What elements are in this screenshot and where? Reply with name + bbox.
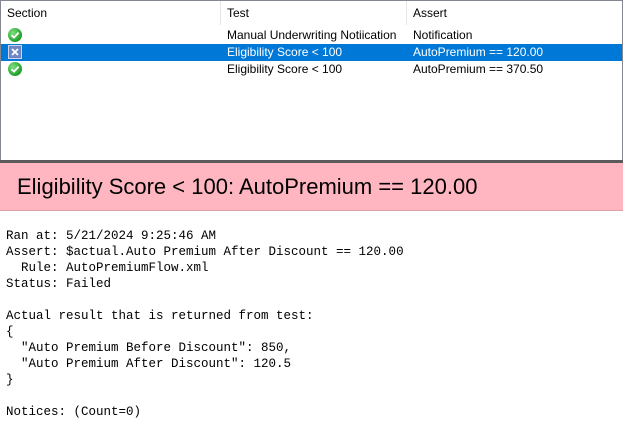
detail-line: Status: Failed [6, 277, 112, 291]
check-circle-icon [8, 28, 22, 42]
row-assert: AutoPremium == 120.00 [413, 45, 544, 59]
detail-line: Assert: $actual.Auto Premium After Disco… [6, 245, 404, 259]
banner-title: Eligibility Score < 100: AutoPremium == … [17, 174, 478, 199]
list-header: Section Test Assert [1, 1, 622, 25]
row-test: Eligibility Score < 100 [227, 62, 343, 76]
detail-line: Ran at: 5/21/2024 9:25:46 AM [6, 229, 217, 243]
column-header-assert[interactable]: Assert [407, 1, 622, 25]
column-header-test[interactable]: Test [221, 1, 407, 25]
detail-line: } [6, 373, 14, 387]
column-header-section[interactable]: Section [1, 1, 221, 25]
list-item[interactable]: Eligibility Score < 100 AutoPremium == 1… [1, 44, 622, 61]
row-test: Eligibility Score < 100 [227, 45, 343, 59]
check-circle-icon [8, 62, 22, 76]
row-assert: Notification [413, 28, 473, 42]
list-item[interactable]: Manual Underwriting Notiication Notifica… [1, 27, 622, 44]
detail-line: Rule: AutoPremiumFlow.xml [6, 261, 209, 275]
detail-line: "Auto Premium Before Discount": 850, [6, 341, 292, 355]
list-item[interactable]: Eligibility Score < 100 AutoPremium == 3… [1, 61, 622, 78]
row-assert: AutoPremium == 370.50 [413, 62, 544, 76]
result-banner: Eligibility Score < 100: AutoPremium == … [0, 163, 623, 211]
test-results-list[interactable]: Section Test Assert Manual Underwriting … [0, 0, 623, 161]
details-panel[interactable]: Ran at: 5/21/2024 9:25:46 AM Assert: $ac… [0, 212, 623, 445]
detail-line: "Auto Premium After Discount": 120.5 [6, 357, 292, 371]
detail-line: Notices: (Count=0) [6, 405, 142, 419]
detail-line: Actual result that is returned from test… [6, 309, 314, 323]
fail-x-icon [8, 45, 22, 59]
row-test: Manual Underwriting Notiication [227, 28, 397, 42]
detail-line: { [6, 325, 14, 339]
